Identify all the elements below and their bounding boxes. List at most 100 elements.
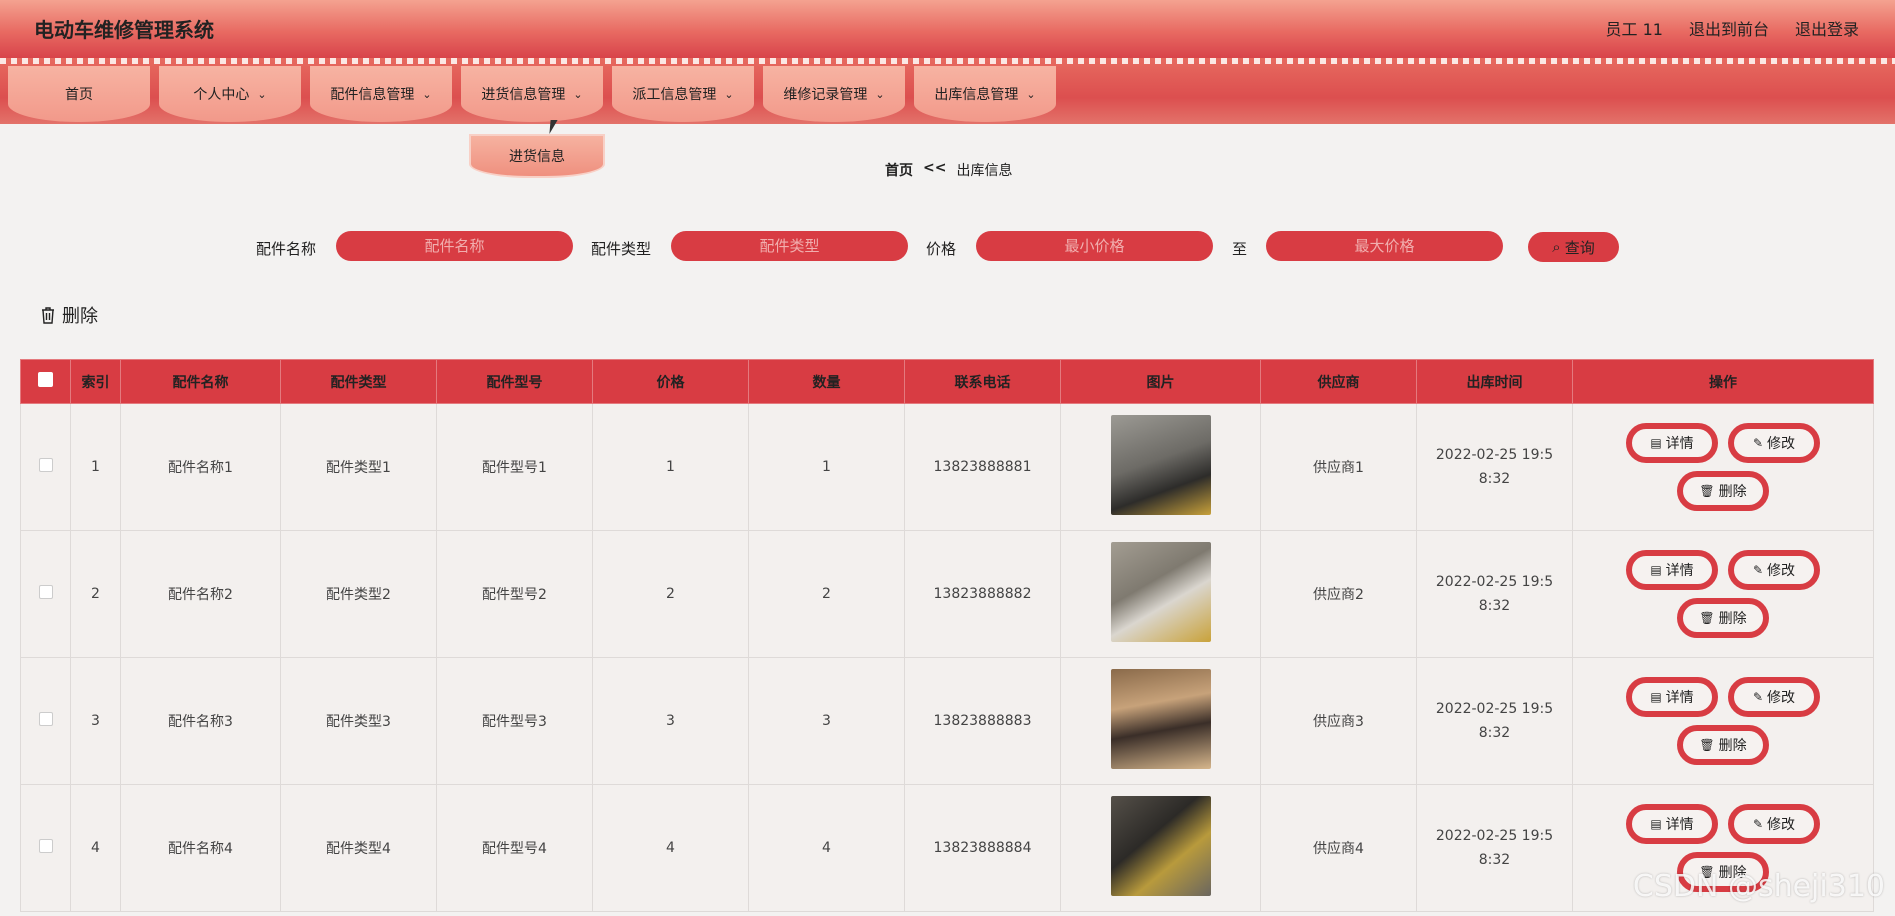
dropdown-item-purchase-info[interactable]: 进货信息 [469,134,605,178]
select-all-cell[interactable] [20,359,71,404]
table-header-row: 索引 配件名称 配件类型 配件型号 价格 数量 联系电话 图片 供应商 出库时间… [20,359,1874,404]
table-row: 1 配件名称1 配件类型1 配件型号1 1 1 13823888881 供应商1… [20,403,1874,531]
col-header: 配件名称 [120,359,281,404]
row-actions: ▤ 详情 ✎ 修改 🗑 删除 [1623,677,1823,765]
cell-part-model: 配件型号2 [436,530,593,658]
watermark: CSDN @sheji310 [1632,869,1885,904]
cell-part-type: 配件类型1 [280,403,437,531]
row-checkbox[interactable] [38,458,53,472]
breadcrumb-current: 出库信息 [956,163,1013,179]
nav-item-label: 配件信息管理 [330,87,415,103]
nav-item-label: 首页 [65,87,93,103]
delete-button[interactable]: 🗑 删除 [1677,598,1769,638]
current-user[interactable]: 员工 11 [1606,16,1663,40]
nav-item-dispatch[interactable]: 派工信息管理 ⌄ [612,66,754,122]
nav-item-label: 维修记录管理 [783,87,868,103]
select-all-checkbox[interactable] [38,372,53,387]
edit-button[interactable]: ✎ 修改 [1728,423,1820,463]
detail-button[interactable]: ▤ 详情 [1626,677,1718,717]
row-select-cell[interactable] [20,530,71,658]
detail-button[interactable]: ▤ 详情 [1626,423,1718,463]
row-select-cell[interactable] [20,657,71,785]
max-price-input[interactable] [1266,231,1503,261]
nav-item-purchase[interactable]: 进货信息管理 ⌄ [461,66,603,122]
scooter-image[interactable] [1110,542,1211,642]
search-bar: 配件名称 配件类型 价格 至 ⌕ 查询 [0,231,1895,263]
breadcrumb: 首页 << 出库信息 [885,160,1012,180]
outbound-time-text: 2022-02-25 19:58:32 [1435,701,1554,741]
app-header: 电动车维修管理系统 员工 11 退出到前台 退出登录 [0,0,1895,58]
cell-phone: 13823888884 [904,784,1061,912]
outbound-time-text: 2022-02-25 19:58:32 [1435,574,1554,614]
scooter-image[interactable] [1110,796,1211,896]
cell-image [1060,784,1261,912]
edit-button[interactable]: ✎ 修改 [1728,677,1820,717]
logout-link[interactable]: 退出登录 [1795,16,1859,40]
breadcrumb-home[interactable]: 首页 [885,160,913,180]
nav-item-parts[interactable]: 配件信息管理 ⌄ [310,66,452,122]
cell-price: 3 [592,657,749,785]
cell-outbound-time: 2022-02-25 19:58:32 [1416,784,1573,912]
row-select-cell[interactable] [20,403,71,531]
table-row: 3 配件名称3 配件类型3 配件型号3 3 3 13823888883 供应商3… [20,657,1874,785]
delete-button[interactable]: 🗑 删除 [1677,725,1769,765]
cell-outbound-time: 2022-02-25 19:58:32 [1416,530,1573,658]
edit-label: 修改 [1767,436,1796,452]
scooter-image[interactable] [1110,415,1211,515]
nav-item-label: 个人中心 [193,87,250,103]
cell-actions: ▤ 详情 ✎ 修改 🗑 删除 [1572,657,1874,785]
chevron-down-icon: ⌄ [257,87,267,101]
scooter-image[interactable] [1110,669,1211,769]
row-select-cell[interactable] [20,784,71,912]
table-row: 4 配件名称4 配件类型4 配件型号4 4 4 13823888884 供应商4… [20,784,1874,912]
row-checkbox[interactable] [38,712,53,726]
delete-button[interactable]: 🗑 删除 [1677,471,1769,511]
mouse-cursor-icon [549,120,558,134]
batch-delete-button[interactable]: 删除 [40,302,98,328]
cell-part-model: 配件型号4 [436,784,593,912]
back-to-front-link[interactable]: 退出到前台 [1689,16,1769,40]
cell-price: 1 [592,403,749,531]
col-header: 配件型号 [436,359,593,404]
cell-actions: ▤ 详情 ✎ 修改 🗑 删除 [1572,403,1874,531]
cell-part-model: 配件型号1 [436,403,593,531]
detail-label: 详情 [1665,436,1694,452]
row-actions: ▤ 详情 ✎ 修改 🗑 删除 [1623,550,1823,638]
nav-item-outbound[interactable]: 出库信息管理 ⌄ [914,66,1056,122]
col-header: 配件类型 [280,359,437,404]
breadcrumb-separator: << [923,160,947,176]
edit-label: 修改 [1767,690,1796,706]
cell-part-name: 配件名称4 [120,784,281,912]
document-icon: ▤ [1650,690,1662,704]
detail-button[interactable]: ▤ 详情 [1626,550,1718,590]
trash-icon: 🗑 [1699,738,1715,752]
cell-actions: ▤ 详情 ✎ 修改 🗑 删除 [1572,530,1874,658]
col-header: 数量 [748,359,905,404]
cell-outbound-time: 2022-02-25 19:58:32 [1416,403,1573,531]
cell-quantity: 4 [748,784,905,912]
part-type-input[interactable] [671,231,908,261]
cell-part-name: 配件名称2 [120,530,281,658]
min-price-input[interactable] [976,231,1213,261]
part-name-input[interactable] [336,231,573,261]
nav-item-label: 出库信息管理 [934,87,1019,103]
part-name-label: 配件名称 [256,240,317,258]
edit-button[interactable]: ✎ 修改 [1728,804,1820,844]
header-actions: 员工 11 退出到前台 退出登录 [1606,16,1859,40]
cell-index: 1 [70,403,121,531]
nav-item-repair-records[interactable]: 维修记录管理 ⌄ [763,66,905,122]
detail-button[interactable]: ▤ 详情 [1626,804,1718,844]
row-checkbox[interactable] [38,585,53,599]
row-checkbox[interactable] [38,839,53,853]
document-icon: ▤ [1650,436,1662,450]
delete-label: 删除 [1718,611,1747,627]
cell-supplier: 供应商1 [1260,403,1417,531]
edit-button[interactable]: ✎ 修改 [1728,550,1820,590]
nav-item-profile[interactable]: 个人中心 ⌄ [159,66,301,122]
nav-item-home[interactable]: 首页 [8,66,150,122]
delete-label: 删除 [1718,484,1747,500]
document-icon: ▤ [1650,563,1662,577]
table-row: 2 配件名称2 配件类型2 配件型号2 2 2 13823888882 供应商2… [20,530,1874,658]
query-button[interactable]: ⌕ 查询 [1528,232,1619,262]
cell-quantity: 1 [748,403,905,531]
